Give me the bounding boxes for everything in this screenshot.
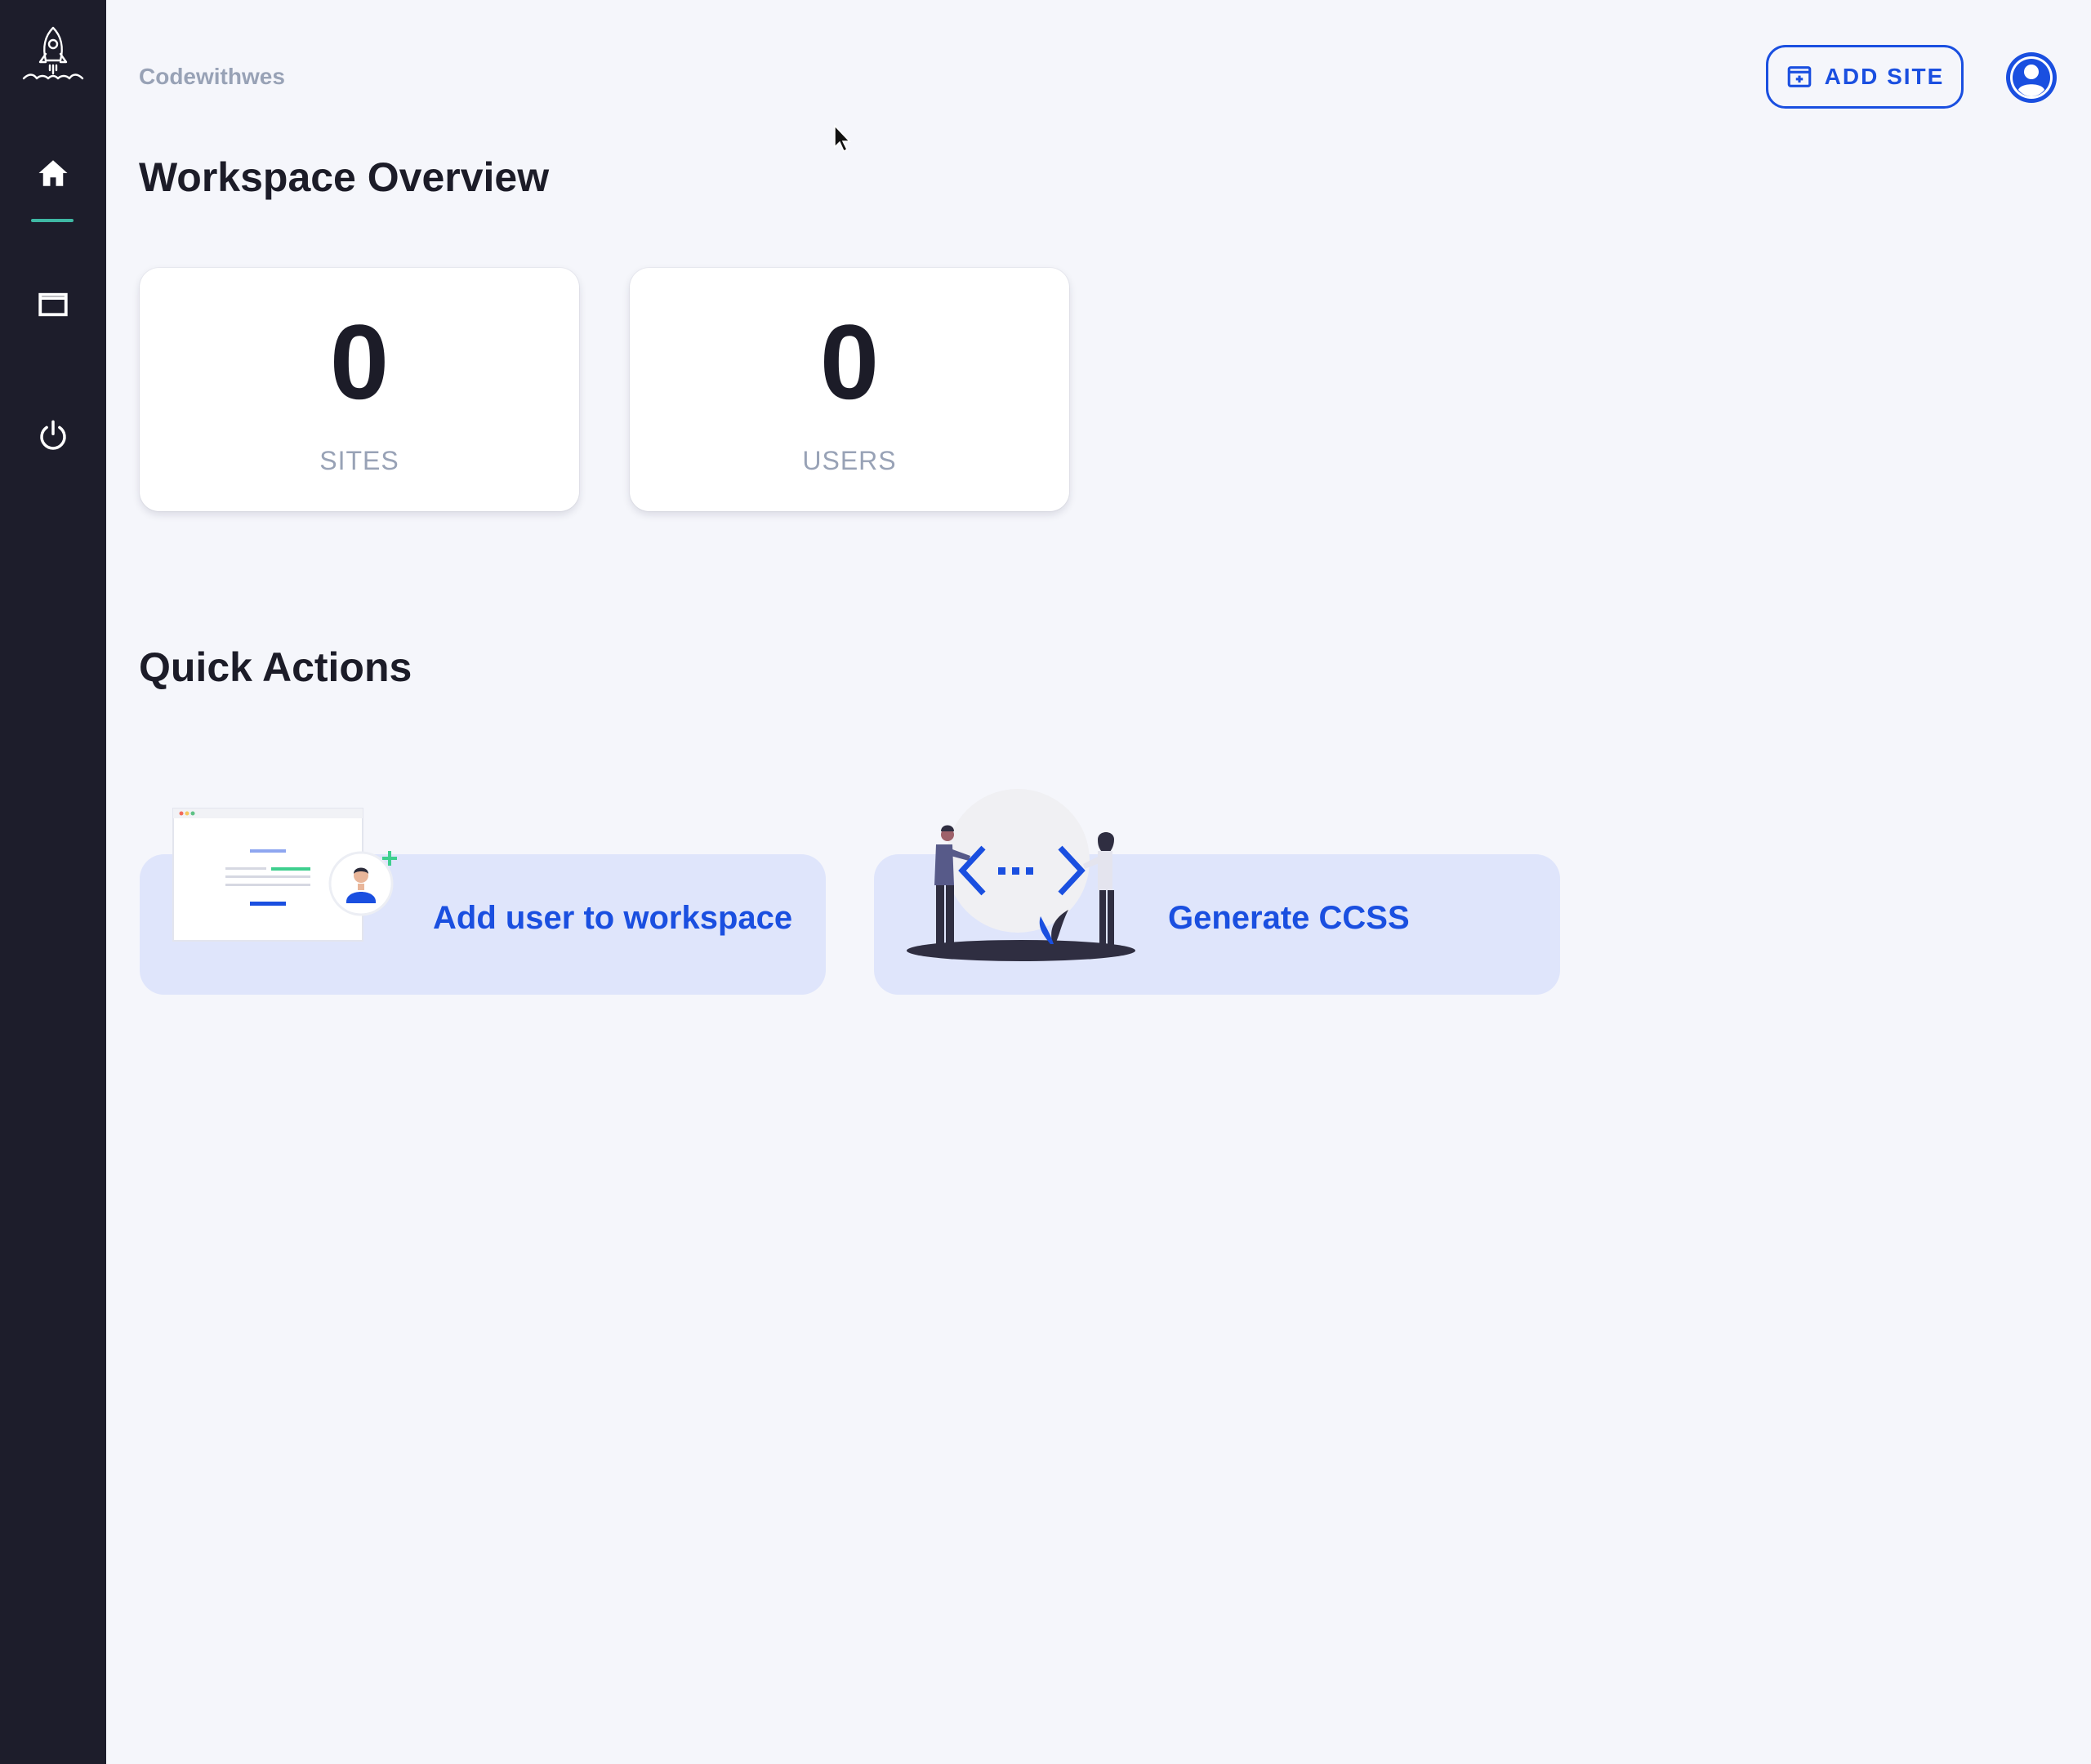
quick-actions-title: Quick Actions bbox=[139, 644, 412, 690]
stat-caption: SITES bbox=[319, 446, 399, 475]
sidebar-item-logout[interactable] bbox=[20, 403, 86, 468]
stat-card-sites: 0 SITES bbox=[140, 268, 579, 511]
sidebar bbox=[0, 0, 106, 1764]
rocket-logo-icon[interactable] bbox=[22, 24, 84, 87]
add-window-icon bbox=[1787, 66, 1811, 87]
home-icon bbox=[38, 160, 68, 186]
workspace-name: Codewithwes bbox=[139, 64, 285, 89]
active-indicator bbox=[31, 219, 74, 222]
add-site-label: ADD SITE bbox=[1824, 64, 1945, 89]
page-title: Workspace Overview bbox=[139, 154, 550, 200]
add-site-button[interactable]: ADD SITE bbox=[1766, 45, 1964, 109]
code-collaboration-illustration bbox=[905, 789, 1139, 969]
stat-caption: USERS bbox=[802, 446, 897, 475]
add-user-illustration bbox=[172, 807, 400, 948]
sidebar-item-sites[interactable] bbox=[20, 272, 86, 337]
generate-ccss-action-label: Generate CCSS bbox=[1168, 900, 1410, 936]
stat-value: 0 bbox=[819, 302, 880, 421]
app-root: Codewithwes ADD SITE Workspace Overview … bbox=[0, 0, 2091, 1764]
user-avatar-icon[interactable] bbox=[2006, 52, 2057, 103]
window-icon bbox=[38, 292, 68, 317]
power-icon bbox=[40, 420, 66, 450]
mouse-cursor-icon bbox=[833, 124, 853, 154]
stat-value: 0 bbox=[329, 302, 390, 421]
stat-card-users: 0 USERS bbox=[630, 268, 1069, 511]
sidebar-item-home[interactable] bbox=[20, 140, 86, 206]
add-user-action-label: Add user to workspace bbox=[433, 900, 793, 936]
